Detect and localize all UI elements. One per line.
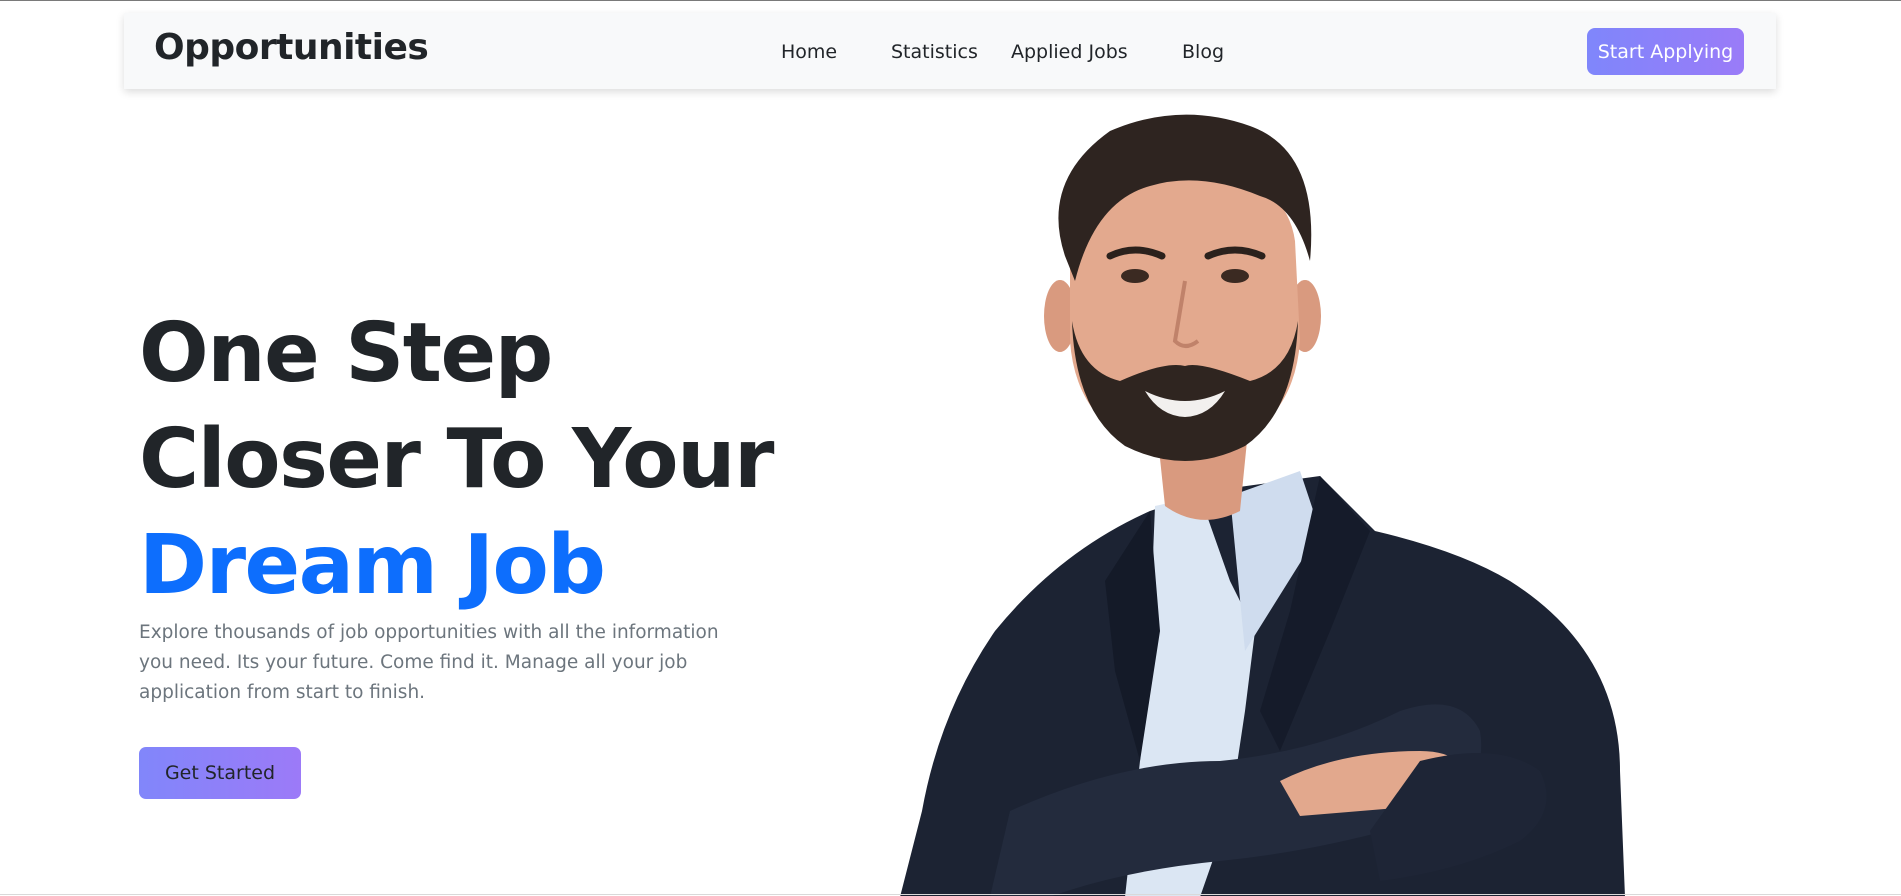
hero-portrait-image	[900, 114, 1625, 896]
hero-description: Explore thousands of job opportunities w…	[139, 622, 719, 703]
bottom-divider	[0, 894, 1901, 895]
nav-link-applied-jobs[interactable]: Applied Jobs	[1011, 40, 1128, 64]
landing-page: Opportunities Home Statistics Applied Jo…	[0, 0, 1901, 896]
nav-link-statistics[interactable]: Statistics	[891, 40, 978, 64]
start-applying-button[interactable]: Start Applying	[1587, 28, 1744, 75]
hero-title: One Step Closer To Your Dream Job	[139, 301, 774, 619]
get-started-button[interactable]: Get Started	[139, 747, 301, 799]
nav-link-home[interactable]: Home	[781, 40, 837, 64]
hero-title-line-1: One Step	[139, 306, 553, 401]
nav-links: Home Statistics Applied Jobs Blog	[124, 13, 1776, 89]
nav-link-blog[interactable]: Blog	[1182, 40, 1224, 64]
hero-title-accent: Dream Job	[139, 518, 606, 613]
hero-title-line-2: Closer To Your	[139, 412, 774, 507]
navbar: Opportunities Home Statistics Applied Jo…	[124, 13, 1776, 89]
